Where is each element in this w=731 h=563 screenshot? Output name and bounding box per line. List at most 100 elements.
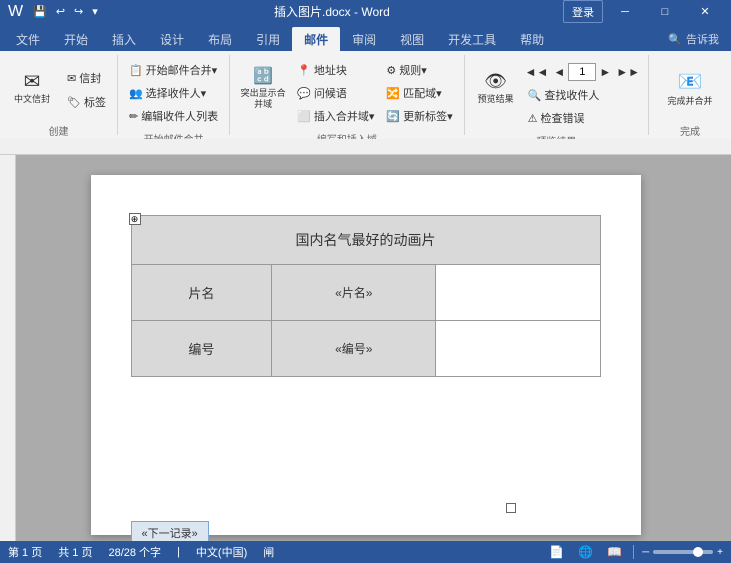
select-recipients-label: 选择收件人▾ [146, 85, 207, 101]
filmname-empty-cell [436, 265, 600, 321]
table-move-handle[interactable]: ⊕ [129, 213, 141, 225]
tab-mail[interactable]: 邮件 [292, 27, 340, 51]
tab-help[interactable]: 帮助 [508, 27, 556, 51]
page-info: 第 1 页 [8, 544, 42, 560]
ribbon-group-write-insert: 🔡 突出显示合并域 📍 地址块 💬 问候语 ⬜ 插入合并域▾ [230, 55, 464, 135]
status-left: 第 1 页 共 1 页 28/28 个字 | 中文(中国) 闸 [8, 544, 274, 560]
minimize-button[interactable]: ─ [607, 0, 643, 23]
maximize-button[interactable]: □ [647, 0, 683, 23]
table-row-number: 编号 «编号» [131, 321, 600, 377]
tab-view[interactable]: 视图 [388, 27, 436, 51]
redo-quick-btn[interactable]: ↪ [71, 4, 86, 19]
web-view-button[interactable]: 🌐 [575, 544, 596, 560]
table-title-cell: 国内名气最好的动画片 [131, 216, 600, 265]
select-recipients-button[interactable]: 👥 选择收件人▾ [124, 82, 223, 104]
highlight-label: 突出显示合并域 [239, 88, 287, 110]
zoom-in-icon: + [717, 547, 723, 558]
address-icon: 📍 [297, 64, 311, 77]
tab-layout[interactable]: 布局 [196, 27, 244, 51]
tab-references[interactable]: 引用 [244, 27, 292, 51]
label-button[interactable]: 🏷 标签 [62, 91, 111, 113]
greeting-icon: 💬 [297, 87, 311, 100]
edit-recipients-icon: ✏ [129, 110, 138, 123]
ribbon-group-start-merge: 📋 开始邮件合并▾ 👥 选择收件人▾ ✏ 编辑收件人列表 开始邮件合并 [118, 55, 230, 135]
label-text: 标签 [84, 94, 106, 110]
number-field-cell: «编号» [272, 321, 436, 377]
envelope-button[interactable]: ✉ 信封 [62, 67, 111, 89]
next-record-button[interactable]: ► [597, 64, 613, 80]
preview-label: 预览结果 [478, 94, 514, 105]
login-button[interactable]: 登录 [563, 0, 603, 23]
title-bar: W 💾 ↩ ↪ ▾ 插入图片.docx - Word 登录 ─ □ ✕ [0, 0, 731, 23]
read-view-button[interactable]: 📖 [604, 544, 625, 560]
highlight-merge-button[interactable]: 🔡 突出显示合并域 [236, 57, 290, 119]
start-merge-button[interactable]: 📋 开始邮件合并▾ [124, 59, 223, 81]
find-recipient-button[interactable]: 🔍 查找收件人 [523, 84, 642, 106]
insert-field-label: 插入合并域▾ [314, 108, 375, 124]
complete-group-label: 完成 [655, 121, 725, 139]
start-merge-label: 开始邮件合并▾ [146, 62, 218, 78]
position-handle[interactable]: ⊕ [360, 540, 372, 541]
update-icon: 🔄 [386, 110, 400, 123]
chinese-envelope-button[interactable]: ✉ 中文信封 [6, 57, 58, 119]
check-icon: ⚠ [528, 112, 538, 125]
zoom-slider[interactable] [653, 550, 713, 554]
edit-recipients-label: 编辑收件人列表 [141, 108, 218, 124]
match-fields-button[interactable]: 🔀 匹配域▾ [381, 82, 457, 104]
address-block-button[interactable]: 📍 地址块 [292, 59, 379, 81]
preview-group-content: 👁 预览结果 ◄◄ ◄ ► ►► 🔍 查找收件人 ⚠ 检查 [471, 55, 642, 131]
rules-label: 规则▾ [399, 62, 427, 78]
document-table: 国内名气最好的动画片 片名 «片名» 编号 «编号» [131, 215, 601, 377]
greeting-line-button[interactable]: 💬 问候语 [292, 82, 379, 104]
address-label: 地址块 [314, 62, 347, 78]
update-label: 更新标签▾ [403, 108, 453, 124]
filmname-field-cell: «片名» [272, 265, 436, 321]
last-record-button[interactable]: ►► [614, 64, 642, 80]
title-bar-left: W 💾 ↩ ↪ ▾ [8, 3, 101, 21]
print-view-button[interactable]: 📄 [546, 544, 567, 560]
tab-home[interactable]: 开始 [52, 27, 100, 51]
start-merge-col: 📋 开始邮件合并▾ 👥 选择收件人▾ ✏ 编辑收件人列表 [124, 57, 223, 127]
envelope-icon: ✉ [24, 72, 41, 92]
tab-design[interactable]: 设计 [148, 27, 196, 51]
customize-quick-btn[interactable]: ▾ [89, 4, 101, 19]
status-right: 📄 🌐 📖 ─ + [546, 544, 723, 560]
find-label: 查找收件人 [544, 87, 599, 103]
write-insert-content: 🔡 突出显示合并域 📍 地址块 💬 问候语 ⬜ 插入合并域▾ [236, 55, 457, 129]
undo-quick-btn[interactable]: ↩ [53, 4, 68, 19]
table-header-row: 国内名气最好的动画片 [131, 216, 600, 265]
first-record-button[interactable]: ◄◄ [523, 64, 551, 80]
tab-file[interactable]: 文件 [4, 27, 52, 51]
save-quick-btn[interactable]: 💾 [30, 4, 50, 19]
start-merge-content: 📋 开始邮件合并▾ 👥 选择收件人▾ ✏ 编辑收件人列表 [124, 55, 223, 129]
update-labels-button[interactable]: 🔄 更新标签▾ [381, 105, 457, 127]
window-title: 插入图片.docx - Word [101, 3, 563, 20]
tell-me-bar[interactable]: 🔍 告诉我 [660, 27, 727, 51]
record-number-input[interactable] [568, 63, 596, 81]
separator1: | [177, 546, 180, 558]
write-insert-col2: ⚙ 规则▾ 🔀 匹配域▾ 🔄 更新标签▾ [381, 57, 457, 127]
label-icon: 🏷 [67, 96, 81, 109]
tab-review[interactable]: 审阅 [340, 27, 388, 51]
ribbon-tabs: 文件 开始 插入 设计 布局 引用 邮件 审阅 视图 开发工具 帮助 🔍 告诉我 [0, 23, 731, 51]
finish-merge-button[interactable]: 📧 完成并合并 [655, 57, 725, 119]
table-resize-handle[interactable] [506, 503, 516, 513]
tab-developer[interactable]: 开发工具 [436, 27, 508, 51]
merge-icon: 📋 [129, 64, 143, 77]
finish-icon: 📧 [678, 69, 703, 94]
horizontal-ruler [0, 139, 731, 155]
next-record-button[interactable]: «下一记录» [131, 521, 209, 541]
tab-insert[interactable]: 插入 [100, 27, 148, 51]
tell-me-label: 告诉我 [686, 31, 719, 47]
insert-field-icon: ⬜ [297, 110, 311, 123]
prev-record-button[interactable]: ◄ [551, 64, 567, 80]
rules-button[interactable]: ⚙ 规则▾ [381, 59, 457, 81]
vertical-ruler [0, 155, 16, 541]
edit-recipients-button[interactable]: ✏ 编辑收件人列表 [124, 105, 223, 127]
zoom-area: ─ + [642, 547, 723, 558]
close-button[interactable]: ✕ [687, 0, 723, 23]
check-errors-button[interactable]: ⚠ 检查错误 [523, 107, 642, 129]
insert-field-button[interactable]: ⬜ 插入合并域▾ [292, 105, 379, 127]
complete-group-content: 📧 完成并合并 [655, 55, 725, 121]
preview-results-button[interactable]: 👁 预览结果 [471, 57, 521, 119]
